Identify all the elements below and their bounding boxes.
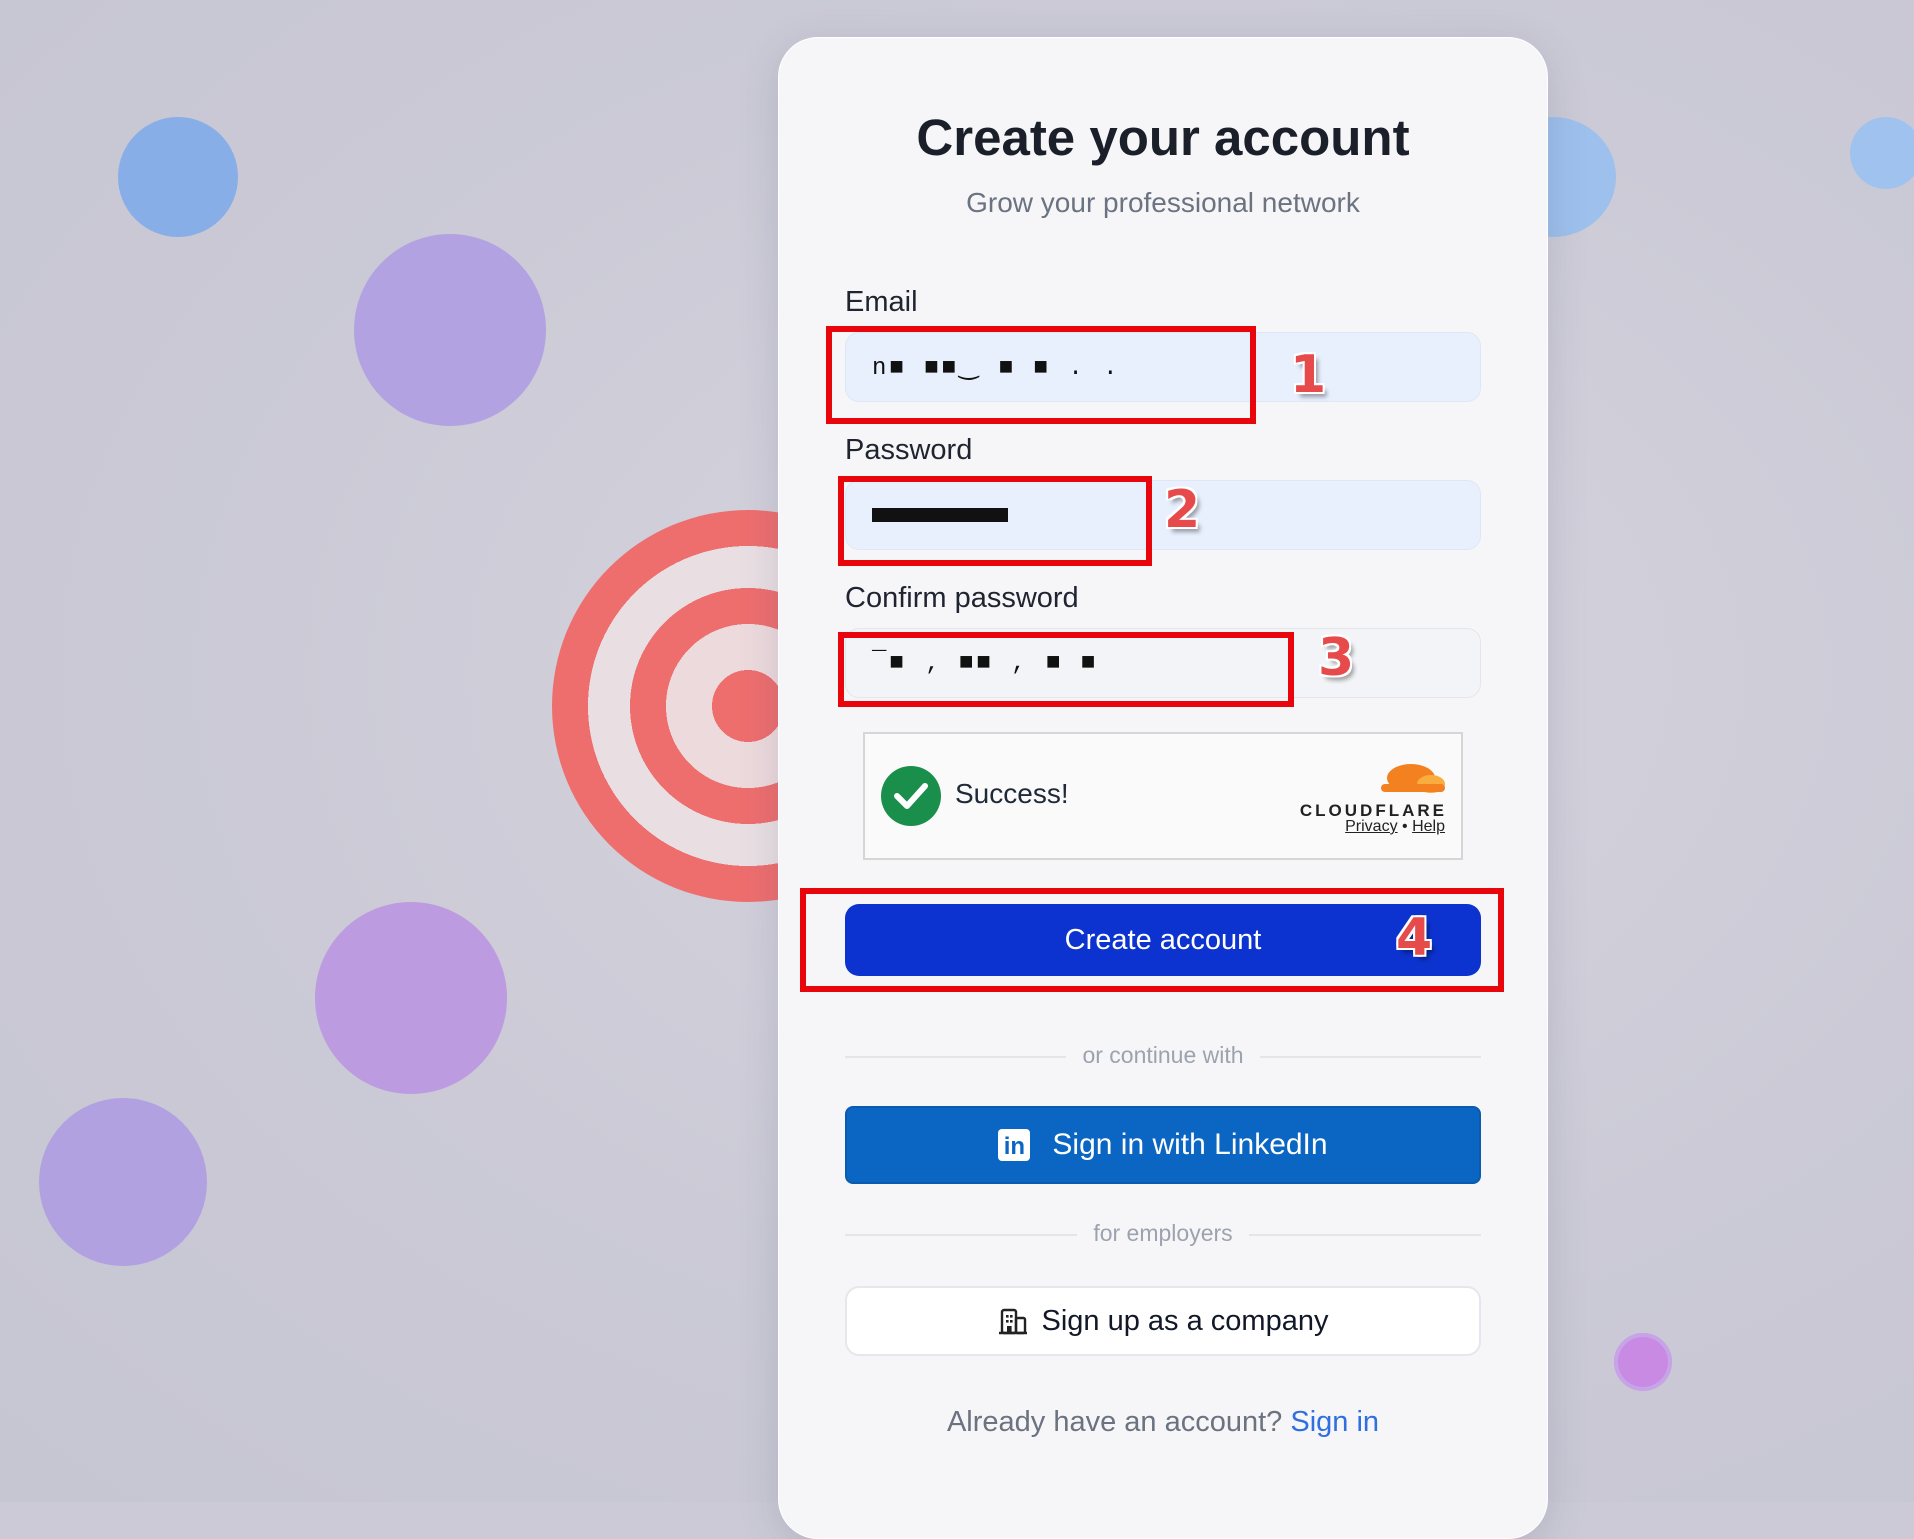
cloudflare-captcha[interactable]: Success! CLOUDFLARE Privacy • Help [863,732,1463,860]
decorative-circle [1614,1333,1672,1391]
annotation-number: 4 [1396,908,1433,968]
company-button-label: Sign up as a company [1041,1304,1329,1337]
footer: Already have an account? Sign in [779,1406,1547,1439]
cloud-icon [1381,764,1445,793]
divider-for-employers: for employers [779,1220,1547,1247]
confirm-password-label: Confirm password [845,582,1079,614]
captcha-status: Success! [955,778,1069,809]
page-subtitle: Grow your professional network [966,187,1360,218]
link-separator: • [1402,818,1408,835]
divider-label: or continue with [1066,1042,1260,1068]
annotation-number: 1 [1290,345,1327,405]
linkedin-signin-button[interactable]: in Sign in with LinkedIn [845,1106,1481,1184]
signup-card: Create your account Grow your profession… [778,37,1548,1539]
divider-label: for employers [1077,1220,1249,1246]
privacy-link[interactable]: Privacy [1345,818,1397,835]
annotation-number: 3 [1318,628,1355,688]
divider-or-continue: or continue with [779,1042,1547,1069]
decorative-circle [354,234,546,426]
signin-link[interactable]: Sign in [1290,1406,1379,1438]
page-title: Create your account [916,109,1410,166]
password-label: Password [845,434,973,466]
help-link[interactable]: Help [1412,818,1445,835]
highlight-box-email [826,326,1256,424]
decorative-circle [315,902,507,1094]
decorative-circle [1850,117,1914,189]
checkmark-icon [881,766,941,826]
cloudflare-logo: CLOUDFLARE [1297,758,1447,821]
highlight-box-confirm [838,632,1294,707]
captcha-links: Privacy • Help [1345,818,1445,836]
company-signup-button[interactable]: Sign up as a company [845,1286,1481,1356]
email-label: Email [845,286,918,318]
footer-text: Already have an account? [946,1406,1283,1438]
building-icon [998,1308,1027,1335]
linkedin-button-label: Sign in with LinkedIn [1052,1128,1328,1161]
annotation-number: 2 [1164,480,1201,540]
highlight-box-password [838,476,1152,566]
decorative-circle [39,1098,207,1266]
linkedin-icon: in [998,1129,1031,1161]
decorative-circle [118,117,238,237]
